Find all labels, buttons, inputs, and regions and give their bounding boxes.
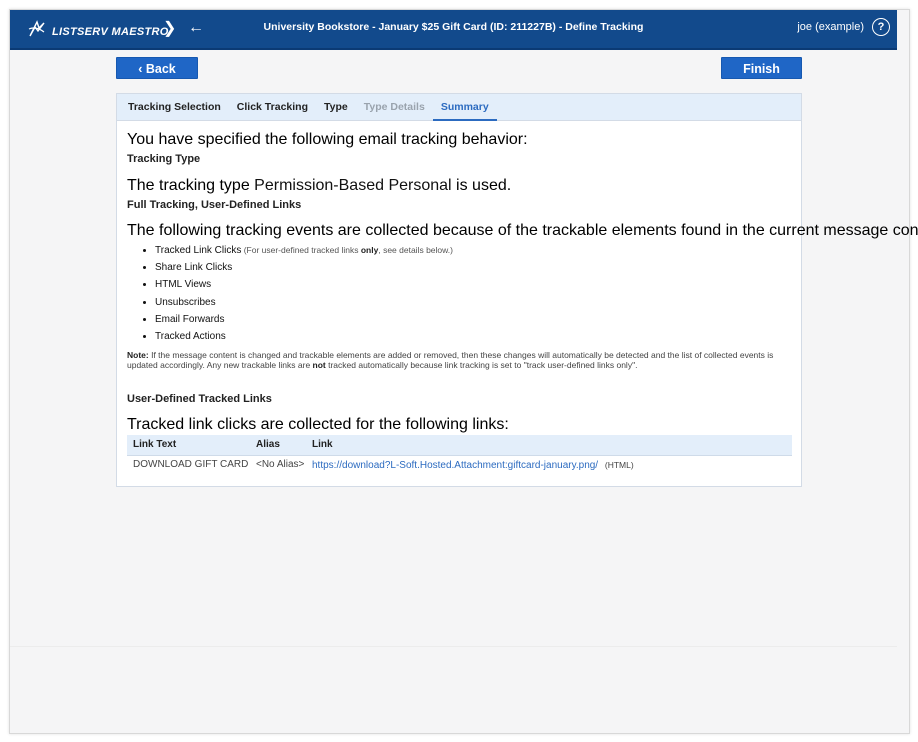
page-title: University Bookstore - January $25 Gift … — [263, 21, 644, 33]
wizard-panel: Tracking Selection Click Tracking Type T… — [116, 93, 918, 487]
finish-button[interactable]: Finish — [721, 57, 802, 79]
tracking-type-text: The tracking type Permission-Based Perso… — [127, 177, 511, 195]
column-header-alias: Alias — [256, 439, 280, 450]
events-intro: The following tracking events are collec… — [127, 222, 918, 239]
list-item: Tracked Link Clicks (For user-defined tr… — [155, 242, 453, 259]
table-row: DOWNLOAD GIFT CARD <No Alias> https://do… — [127, 456, 792, 474]
help-circle-icon[interactable]: ? — [872, 18, 890, 36]
tab-tracking-selection[interactable]: Tracking Selection — [120, 94, 229, 120]
note-block: Note: If the message content is changed … — [127, 350, 793, 370]
list-item: HTML Views — [155, 276, 453, 293]
tracking-type-heading: Tracking Type — [127, 153, 201, 165]
tracking-type-post: is used. — [451, 177, 512, 194]
list-item: Tracked Actions — [155, 328, 453, 345]
top-bar: LISTSERV MAESTRO ❯ ← University Bookstor… — [10, 10, 897, 50]
note-text-2: tracked automatically because link track… — [325, 359, 638, 370]
cell-link-text: DOWNLOAD GIFT CARD — [133, 459, 249, 470]
summary-intro: You have specified the following email t… — [127, 131, 528, 148]
user-menu[interactable]: joe (example) — [797, 21, 864, 33]
event-note-strong: only — [360, 245, 379, 255]
cell-alias: <No Alias> — [256, 459, 305, 470]
back-button[interactable]: ‹ Back — [116, 57, 198, 79]
tracking-type-pre: The tracking type — [127, 177, 255, 194]
column-header-link-text: Link Text — [133, 439, 177, 450]
links-table: Link Text Alias Link DOWNLOAD GIFT CARD … — [127, 435, 792, 474]
tab-type-details: Type Details — [363, 101, 425, 113]
links-intro: Tracked link clicks are collected for th… — [127, 416, 509, 433]
table-header: Link Text Alias Link — [127, 435, 792, 456]
note-label: Note: — [127, 350, 149, 360]
cell-link: https://download?L-Soft.Hosted.Attachmen… — [306, 456, 792, 474]
tracking-events-list: Tracked Link Clicks (For user-defined tr… — [127, 242, 453, 345]
tab-click-tracking[interactable]: Click Tracking — [229, 94, 316, 120]
tracked-link[interactable]: https://download?L-Soft.Hosted.Attachmen… — [312, 460, 598, 471]
links-heading: User-Defined Tracked Links — [127, 393, 272, 405]
tracking-type-value: Permission-Based Personal — [254, 177, 452, 194]
event-note-post: , see details below.) — [378, 245, 453, 255]
tab-type[interactable]: Type — [316, 94, 356, 120]
list-item: Share Link Clicks — [155, 259, 453, 276]
list-item: Email Forwards — [155, 311, 453, 328]
divider — [10, 646, 897, 647]
list-item: Unsubscribes — [155, 294, 453, 311]
column-header-link: Link — [312, 439, 333, 450]
event-label: Tracked Link Clicks — [155, 245, 242, 256]
tab-summary[interactable]: Summary — [432, 94, 497, 121]
event-note-pre: (For user-defined tracked links — [241, 245, 361, 255]
link-format: (HTML) — [604, 460, 634, 470]
wizard-tabs: Tracking Selection Click Tracking Type T… — [117, 94, 801, 121]
full-tracking-heading: Full Tracking, User-Defined Links — [127, 199, 302, 211]
note-strong: not — [312, 359, 326, 370]
